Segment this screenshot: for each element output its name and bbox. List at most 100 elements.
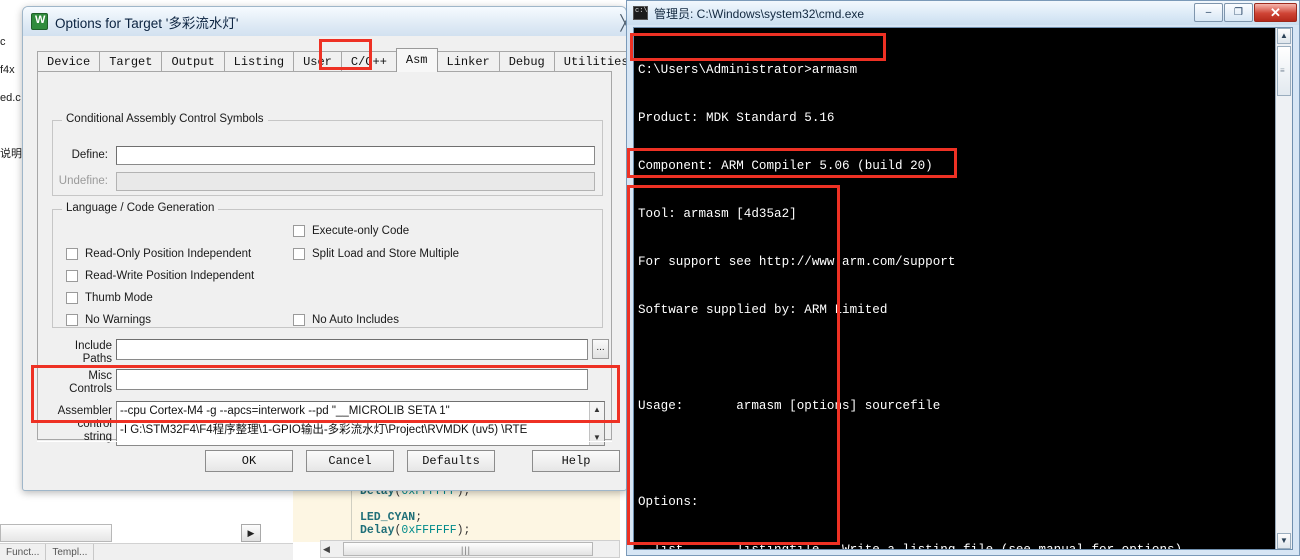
checkbox-label: No Auto Includes [312,314,399,326]
checkbox-icon[interactable] [66,248,78,260]
checkbox-icon[interactable] [66,292,78,304]
options-dialog: Options for Target '多彩流水灯' ╳ Device Targ… [22,6,639,491]
undefine-input [116,172,595,191]
dialog-titlebar[interactable]: Options for Target '多彩流水灯' ╳ [23,7,630,36]
conditional-assembly-group-label: Conditional Assembly Control Symbols [62,113,268,125]
dialog-tabstrip: Device Target Output Listing User C/C++ … [37,48,639,72]
dialog-button-separator [37,441,612,442]
asm-tab-page: Conditional Assembly Control Symbols Def… [37,71,612,446]
scrollbar-grip-icon: ≡ [1280,66,1285,75]
project-pane-tabstrip: Funct... Templ... [0,543,293,560]
scroll-up-icon[interactable]: ▲ [1277,28,1291,44]
checkbox-label: Execute-only Code [312,225,410,237]
close-button[interactable]: ✕ [1254,3,1297,22]
console-line: Tool: armasm [4d35a2] [638,207,797,221]
assembler-control-string-label-line1: Assembler [57,405,112,417]
tab-target[interactable]: Target [99,51,163,72]
checkbox-label: Read-Write Position Independent [85,270,255,282]
window-controls: – ❐ ✕ [1193,3,1297,22]
include-paths-browse-button[interactable]: ... [592,339,609,359]
checkbox-icon[interactable] [293,248,305,260]
misc-controls-label-line1: Misc [88,370,112,382]
console-line: --list listingfile Write a listing file … [638,543,1183,550]
code-line: LED_CYAN; [360,511,422,524]
code-token-number: 0xFFFFFF [401,524,457,537]
checkbox-thumb-mode[interactable]: Thumb Mode [66,292,153,304]
checkbox-label: Split Load and Store Multiple [312,248,460,260]
dialog-body: Device Target Output Listing User C/C++ … [31,38,639,484]
include-paths-input[interactable] [116,339,588,360]
console-output-area[interactable]: C:\Users\Administrator>armasm Product: M… [633,27,1293,550]
console-line: Options: [638,495,699,509]
assembler-string-scrollbar[interactable]: ▲ ▼ [589,402,604,445]
code-line: Delay(0xFFFFFF); [360,524,470,537]
dialog-button-row: OK Cancel Defaults Help [37,444,620,478]
console-line: Software supplied by: ARM Limited [638,303,888,317]
tab-device[interactable]: Device [37,51,101,72]
checkbox-read-only-position-independent[interactable]: Read-Only Position Independent [66,248,251,260]
language-code-generation-group-label: Language / Code Generation [62,202,219,214]
project-pane-horizontal-scrollbar[interactable] [0,524,112,542]
checkbox-execute-only-code[interactable]: Execute-only Code [293,225,409,237]
console-vertical-scrollbar[interactable]: ▲ ≡ ▼ [1275,28,1292,549]
ok-button[interactable]: OK [205,450,293,472]
bottom-tab-functions[interactable]: Funct... [0,543,47,560]
scroll-up-icon[interactable]: ▲ [590,403,604,416]
tab-output[interactable]: Output [161,51,225,72]
console-line: Product: MDK Standard 5.16 [638,111,835,125]
define-input[interactable] [116,146,595,165]
cmd-icon [633,6,648,20]
tab-debug[interactable]: Debug [498,51,555,72]
console-title: 管理员: C:\Windows\system32\cmd.exe [654,6,865,21]
code-token-end: ); [456,524,471,537]
undefine-label: Undefine: [58,175,108,187]
tab-user[interactable]: User [293,51,342,72]
scroll-right-icon[interactable]: ▶ [241,524,261,542]
help-button[interactable]: Help [532,450,620,472]
scroll-down-icon[interactable]: ▼ [1277,533,1291,549]
console-line: Component: ARM Compiler 5.06 (build 20) [638,159,933,173]
checkbox-label: No Warnings [85,314,152,326]
scroll-down-icon[interactable]: ▼ [590,431,604,444]
checkbox-icon[interactable] [293,314,305,326]
include-paths-label-line1: Include [74,340,112,352]
checkbox-label: Thumb Mode [85,292,153,304]
checkbox-no-warnings[interactable]: No Warnings [66,314,151,326]
minimize-button[interactable]: – [1194,3,1223,22]
checkbox-icon[interactable] [293,225,305,237]
console-line: Usage: armasm [options] sourcefile [638,399,941,413]
code-token-fn: LED_CYAN [360,511,416,524]
checkbox-icon[interactable] [66,314,78,326]
tab-listing[interactable]: Listing [223,51,295,72]
console-titlebar[interactable]: 管理员: C:\Windows\system32\cmd.exe – ❐ ✕ [627,1,1299,25]
misc-controls-input[interactable] [116,369,588,390]
assembler-control-string-label-line2: control [77,418,112,430]
scrollbar-grip-icon: ||| [461,545,472,555]
checkbox-icon[interactable] [66,270,78,282]
tab-linker[interactable]: Linker [436,51,500,72]
code-token-end: ; [415,511,423,524]
bottom-tab-templates[interactable]: Templ... [46,543,95,560]
checkbox-read-write-position-independent[interactable]: Read-Write Position Independent [66,270,254,282]
tab-asm[interactable]: Asm [395,48,438,72]
editor-horizontal-scrollbar[interactable]: ◀ ||| [320,540,620,558]
console-line: C:\Users\Administrator>armasm [638,63,858,77]
maximize-button[interactable]: ❐ [1224,3,1253,22]
defaults-button[interactable]: Defaults [407,450,495,472]
scroll-left-icon[interactable]: ◀ [323,544,330,555]
assembler-control-string-textarea[interactable]: --cpu Cortex-M4 -g --apcs=interwork --pd… [116,401,605,446]
tab-c-cpp[interactable]: C/C++ [340,51,397,72]
keil-uvision-icon [31,13,48,30]
assembler-control-string-line1: --cpu Cortex-M4 -g --apcs=interwork --pd… [120,405,450,417]
include-paths-label-line2: Paths [82,353,112,365]
cancel-button[interactable]: Cancel [306,450,394,472]
checkbox-split-load-and-store-multiple[interactable]: Split Load and Store Multiple [293,248,459,260]
define-label: Define: [71,149,108,161]
checkbox-label: Read-Only Position Independent [85,248,252,260]
misc-controls-label-line2: Controls [69,383,112,395]
command-prompt-window: 管理员: C:\Windows\system32\cmd.exe – ❐ ✕ C… [626,0,1300,556]
dialog-title: Options for Target '多彩流水灯' [55,15,239,31]
checkbox-no-auto-includes[interactable]: No Auto Includes [293,314,399,326]
